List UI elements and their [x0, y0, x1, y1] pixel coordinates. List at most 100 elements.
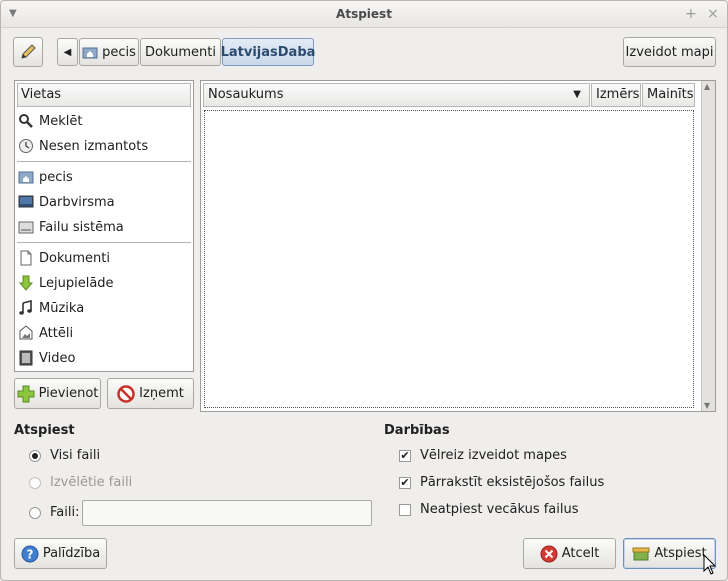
option-selected-files-label: Izvēlētie faili [50, 475, 133, 490]
place-label: Darbvirsma [39, 194, 115, 210]
option-files-label: Faili: [50, 505, 80, 520]
place-video[interactable]: Video [17, 346, 191, 370]
option-overwrite-files-label: Pārrakstīt eksistējošos failus [420, 475, 605, 490]
home-folder-icon [82, 47, 98, 59]
remove-place-label: Izņemt [139, 386, 184, 401]
place-home[interactable]: pecis [17, 165, 191, 189]
crumb-documents[interactable]: Dokumenti [140, 38, 221, 66]
place-label: Attēli [39, 325, 74, 341]
remove-icon [117, 384, 135, 403]
radio-files[interactable] [29, 506, 41, 519]
place-documents[interactable]: Dokumenti [17, 246, 191, 270]
place-downloads[interactable]: Lejupielāde [17, 271, 191, 295]
close-icon[interactable]: × [707, 6, 719, 22]
places-header[interactable]: Vietas [17, 83, 191, 107]
edit-location-button[interactable] [13, 37, 43, 67]
extract-section-title: Atspiest [14, 423, 75, 438]
crumb-home[interactable]: pecis [79, 38, 139, 66]
place-pictures[interactable]: Attēli [17, 321, 191, 345]
option-skip-older-label: Neatpiest vecākus failus [420, 502, 579, 517]
remove-place-button[interactable]: Izņemt [107, 378, 194, 409]
option-skip-older[interactable]: Neatpiest vecākus failus [399, 502, 579, 517]
create-folder-button[interactable]: Izveidot mapi [623, 37, 716, 67]
places-separator [17, 161, 191, 163]
column-name[interactable]: Nosaukums ▼ [203, 83, 590, 107]
places-pane: Vietas Meklēt Nesen izmantots pecis Darb… [14, 80, 194, 372]
option-files[interactable]: Faili: [29, 505, 79, 520]
svg-text:?: ? [26, 547, 33, 561]
extract-dialog: ▼ Atspiest + × ◀ pecis Dokumenti Latvija… [0, 0, 728, 581]
place-label: pecis [39, 169, 73, 185]
crumb-label: LatvijasDaba [220, 44, 316, 60]
option-overwrite-files[interactable]: ✔ Pārrakstīt eksistējošos failus [399, 475, 604, 490]
arrow-left-icon: ◀ [63, 46, 72, 58]
column-size[interactable]: Izmērs [591, 83, 641, 107]
pictures-icon [18, 325, 34, 341]
add-place-label: Pievienot [38, 386, 99, 401]
place-recent[interactable]: Nesen izmantots [17, 134, 191, 158]
column-size-label: Izmērs [596, 87, 640, 102]
option-selected-files[interactable]: Izvēlētie faili [29, 475, 132, 490]
place-label: Meklēt [39, 113, 83, 129]
checkbox-overwrite-files[interactable]: ✔ [399, 476, 411, 489]
place-label: Lejupielāde [39, 275, 114, 291]
checkbox-recreate-folders[interactable]: ✔ [399, 449, 411, 462]
vertical-scrollbar[interactable]: ▲ ▼ [701, 81, 715, 411]
actions-section-title: Darbības [384, 423, 450, 438]
arrow-down-icon: ▼ [704, 401, 711, 410]
option-recreate-folders-label: Vēlreiz izveidot mapes [420, 448, 567, 463]
cancel-button[interactable]: Atcelt [523, 538, 616, 569]
cancel-icon [540, 545, 558, 562]
place-filesystem[interactable]: Failu sistēma [17, 215, 191, 239]
place-label: Dokumenti [39, 250, 110, 266]
cancel-label: Atcelt [561, 546, 600, 561]
mouse-cursor-icon [703, 554, 717, 575]
home-folder-icon [18, 169, 34, 185]
path-back-button[interactable]: ◀ [57, 38, 78, 66]
column-name-label: Nosaukums [208, 87, 284, 102]
place-desktop[interactable]: Darbvirsma [17, 190, 191, 214]
create-folder-label: Izveidot mapi [625, 44, 714, 60]
place-label: Nesen izmantots [39, 138, 149, 154]
file-list[interactable] [204, 110, 694, 408]
file-list-pane: Nosaukums ▼ Izmērs Mainīts ▲ ▼ [200, 80, 716, 412]
plus-icon [17, 385, 35, 402]
window-title: Atspiest [336, 7, 392, 21]
option-recreate-folders[interactable]: ✔ Vēlreiz izveidot mapes [399, 448, 567, 463]
recent-icon [18, 138, 34, 154]
search-icon [18, 113, 34, 129]
title-bar: ▼ Atspiest + × [1, 1, 727, 28]
crumb-current[interactable]: LatvijasDaba [220, 38, 316, 66]
place-label: Failu sistēma [39, 219, 124, 235]
help-button[interactable]: ? Palīdzība [14, 538, 107, 569]
column-modified-label: Mainīts [647, 87, 694, 102]
video-icon [18, 350, 34, 366]
place-music[interactable]: Mūzika [17, 296, 191, 320]
drive-icon [18, 219, 34, 235]
checkbox-skip-older[interactable] [399, 503, 411, 516]
files-input[interactable] [82, 500, 372, 526]
place-label: Video [39, 350, 76, 366]
music-icon [18, 299, 34, 316]
place-label: Mūzika [39, 300, 85, 316]
crumb-label: Dokumenti [145, 44, 216, 60]
add-place-button[interactable]: Pievienot [14, 378, 101, 409]
option-all-files-label: Visi faili [50, 448, 101, 463]
radio-all-files[interactable] [29, 449, 41, 462]
sort-down-icon: ▼ [573, 89, 581, 100]
archive-icon [632, 547, 650, 560]
download-icon [18, 275, 34, 291]
document-icon [18, 250, 34, 266]
desktop-icon [18, 194, 34, 210]
places-separator [17, 242, 191, 244]
pencil-icon [21, 44, 36, 59]
help-icon: ? [21, 545, 39, 562]
option-all-files[interactable]: Visi faili [29, 448, 100, 463]
radio-selected-files[interactable] [29, 476, 41, 489]
arrow-up-icon: ▲ [704, 82, 711, 91]
place-search[interactable]: Meklēt [17, 109, 191, 133]
maximize-icon[interactable]: + [685, 6, 697, 22]
crumb-label: pecis [102, 44, 136, 60]
help-label: Palīdzība [42, 546, 101, 561]
column-modified[interactable]: Mainīts [642, 83, 695, 107]
